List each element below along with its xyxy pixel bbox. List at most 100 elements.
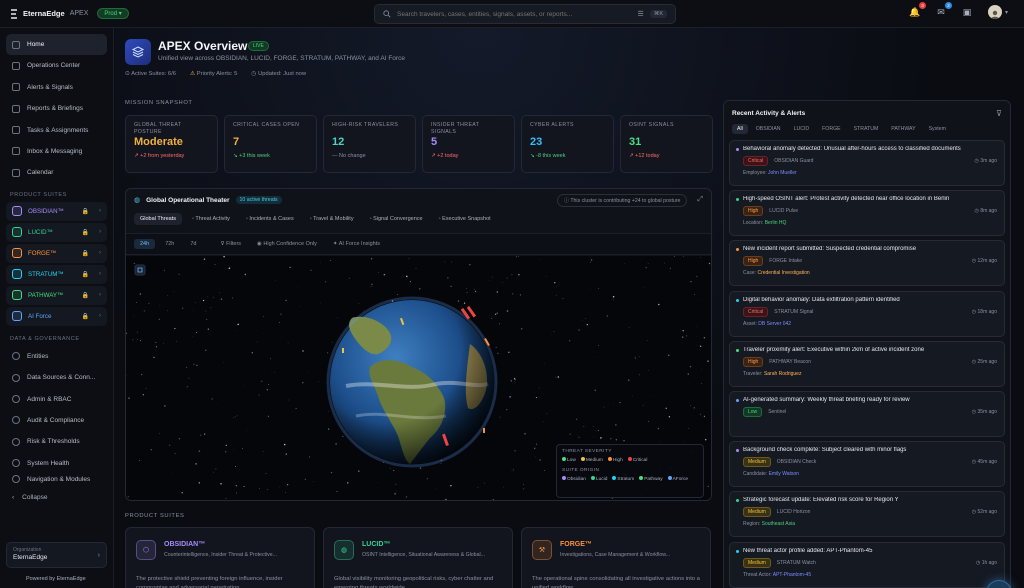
activity-item[interactable]: AI-generated summary: Weekly threat brie… — [729, 390, 1005, 437]
sidebar-suite-4[interactable]: PATHWAY™ 🔒 › — [6, 285, 107, 305]
sidebar-item-calendar[interactable]: Calendar — [6, 162, 107, 183]
sidebar-item-reports-briefings[interactable]: Reports & Briefings — [6, 98, 107, 119]
star — [555, 376, 557, 378]
activity-item[interactable]: Strategic forecast update: Elevated risk… — [729, 491, 1005, 538]
context-value[interactable]: DB Server 042 — [758, 321, 791, 327]
notifications-bell-icon[interactable]: 🔔 3 — [908, 2, 926, 19]
sidebar-gov-item-0[interactable]: Entities — [6, 346, 107, 367]
sidebar-suite-0[interactable]: OBSIDIAN™ 🔒 › — [6, 201, 107, 221]
theater-tab[interactable]: ◦ Incidents & Cases — [240, 213, 300, 225]
activity-tab[interactable]: STRATUM — [849, 124, 884, 134]
sidebar-item-alerts-signals[interactable]: Alerts & Signals — [6, 77, 107, 98]
theater-filter[interactable]: 24h — [134, 239, 156, 249]
inbox-icon[interactable]: ✉ 2 — [934, 2, 952, 19]
kpi-card[interactable]: CRITICAL CASES OPEN 7 ↘ +3 this week — [224, 115, 317, 173]
theater-filter[interactable]: 72h — [159, 239, 180, 249]
sidebar-item-inbox-messaging[interactable]: Inbox & Messaging — [6, 141, 107, 162]
search-input[interactable] — [397, 10, 632, 18]
star — [546, 412, 548, 414]
star — [127, 496, 129, 498]
star — [668, 416, 671, 418]
tab-label: Travel & Mobility — [313, 216, 354, 222]
activity-tab[interactable]: LUCID — [789, 124, 815, 134]
theater-tab[interactable]: ◦ Threat Activity — [186, 213, 236, 225]
context-value[interactable]: Southeast Asia — [762, 521, 795, 527]
sidebar-gov-item-3[interactable]: Audit & Compliance — [6, 410, 107, 431]
sidebar-gov-item-6[interactable]: Navigation & Modules — [6, 474, 107, 484]
star — [523, 488, 525, 490]
sidebar-item-operations-center[interactable]: Operations Center — [6, 55, 107, 76]
theater-filter[interactable]: ⊽ Filters — [215, 239, 248, 249]
theater-tab[interactable]: ◦ Executive Snapshot — [433, 213, 497, 225]
context-value[interactable]: Berlin HQ — [765, 220, 787, 226]
theater-filter[interactable]: ◉ High Confidence Only — [251, 239, 323, 249]
kpi-card[interactable]: HIGH-RISK TRAVELERS 12 — No change — [323, 115, 416, 173]
sidebar-suite-1[interactable]: LUCID™ 🔒 › — [6, 222, 107, 242]
activity-item[interactable]: Traveler proximity alert: Executive with… — [729, 340, 1005, 387]
activity-item[interactable]: Behavioral anomaly detected: Unusual aft… — [729, 140, 1005, 186]
lock-icon: 🔒 — [81, 208, 89, 215]
sidebar-gov-item-2[interactable]: Admin & RBAC — [6, 389, 107, 410]
context-value[interactable]: APT-Phantom-45 — [773, 572, 811, 578]
kpi-delta: ↘ -8 this week — [530, 153, 566, 159]
star — [358, 303, 360, 305]
briefcase-icon[interactable]: ▣ — [960, 5, 974, 19]
sidebar-gov-item-5[interactable]: System Health — [6, 453, 107, 474]
map-layers-button[interactable] — [134, 264, 146, 276]
kpi-card[interactable]: OSINT SIGNALS 31 ↗ +12 today — [620, 115, 713, 173]
sidebar-item-tasks-assignments[interactable]: Tasks & Assignments — [6, 120, 107, 141]
product-suite-card[interactable]: ⬡ OBSIDIAN™ Counterintelligence, Insider T… — [125, 527, 315, 588]
env-selector[interactable]: Prod ▾ — [97, 8, 129, 19]
star — [576, 418, 578, 420]
activity-item[interactable]: High-speed OSINT alert: Protest activity… — [729, 190, 1005, 237]
kpi-card[interactable]: INSIDER THREAT SIGNALS 5 ↗ +2 today — [422, 115, 515, 173]
activity-item[interactable]: New incident report submitted: Suspected… — [729, 240, 1005, 287]
activity-tab[interactable]: All — [732, 124, 748, 134]
kpi-card[interactable]: CYBER ALERTS 23 ↘ -8 this week — [521, 115, 614, 173]
product-suite-card[interactable]: ⚒ FORGE™ Investigations, Case Management &… — [521, 527, 711, 588]
sidebar-item-home[interactable]: Home — [6, 34, 107, 55]
collapse-button[interactable]: ‹ Collapse — [6, 488, 107, 507]
brand[interactable]: EternaEdge APEX Prod ▾ — [0, 8, 180, 19]
theater-filter[interactable]: 7d — [184, 239, 202, 249]
context-value[interactable]: Sarah Rodriguez — [764, 371, 802, 377]
legend-label: Low — [567, 458, 576, 463]
user-menu[interactable]: ▾ — [986, 5, 1010, 19]
context-value[interactable]: Credential Investigation — [757, 270, 809, 276]
context-value[interactable]: John Mueller — [768, 170, 797, 176]
star — [592, 426, 594, 427]
globe-map[interactable]: THREAT SEVERITY Low Medium High Critical SU… — [126, 256, 711, 500]
activity-tab[interactable]: FORGE — [817, 124, 845, 134]
sidebar-suite-3[interactable]: STRATUM™ 🔒 › — [6, 264, 107, 284]
star — [164, 269, 166, 271]
theater-tab[interactable]: ◦ Travel & Mobility — [304, 213, 360, 225]
expand-icon[interactable]: ⤢ — [697, 196, 703, 204]
activity-item[interactable]: Digital behavior anomaly: Data exfiltrat… — [729, 290, 1005, 337]
kpi-card[interactable]: GLOBAL THREAT POSTURE Moderate ↗ +2 from y… — [125, 115, 218, 173]
star — [665, 407, 667, 409]
global-search[interactable]: ☰ ⌘K — [374, 4, 676, 24]
sidebar-suite-5[interactable]: AI Force 🔒 › — [6, 306, 107, 326]
sidebar-gov-item-1[interactable]: Data Sources & Conn... — [6, 367, 107, 388]
activity-item[interactable]: New threat actor profile added: APT-Phan… — [729, 541, 1005, 588]
theater-tab[interactable]: Global Threats — [134, 213, 182, 225]
theater-filter[interactable]: ✦ AI Force Insights — [327, 239, 386, 249]
organization-selector[interactable]: Organization EternaEdge › — [6, 542, 107, 568]
activity-item[interactable]: Background check complete: Subject clear… — [729, 441, 1005, 488]
theater-tab[interactable]: ◦ Signal Convergence — [364, 213, 429, 225]
suite-text: Global visibility monitoring geopolitica… — [334, 576, 494, 588]
sidebar-gov-item-4[interactable]: Risk & Thresholds — [6, 431, 107, 452]
sidebar-suite-2[interactable]: FORGE™ 🔒 › — [6, 243, 107, 263]
context-value[interactable]: Emily Watson — [769, 471, 799, 477]
product-suite-card[interactable]: ◍ LUCID™ OSINT Intelligence, Situational A… — [323, 527, 513, 588]
star — [694, 293, 696, 296]
activity-tab[interactable]: PATHWAY — [886, 124, 920, 134]
threat-marker[interactable] — [483, 428, 485, 433]
star — [474, 290, 477, 292]
threat-marker[interactable] — [342, 348, 344, 353]
activity-tab[interactable]: OBSIDIAN — [751, 124, 786, 134]
star — [214, 263, 216, 265]
filter-icon[interactable]: ☰ — [638, 10, 644, 18]
activity-tab[interactable]: System — [924, 124, 951, 134]
filter-funnel-icon[interactable]: ⊽ — [996, 109, 1002, 118]
